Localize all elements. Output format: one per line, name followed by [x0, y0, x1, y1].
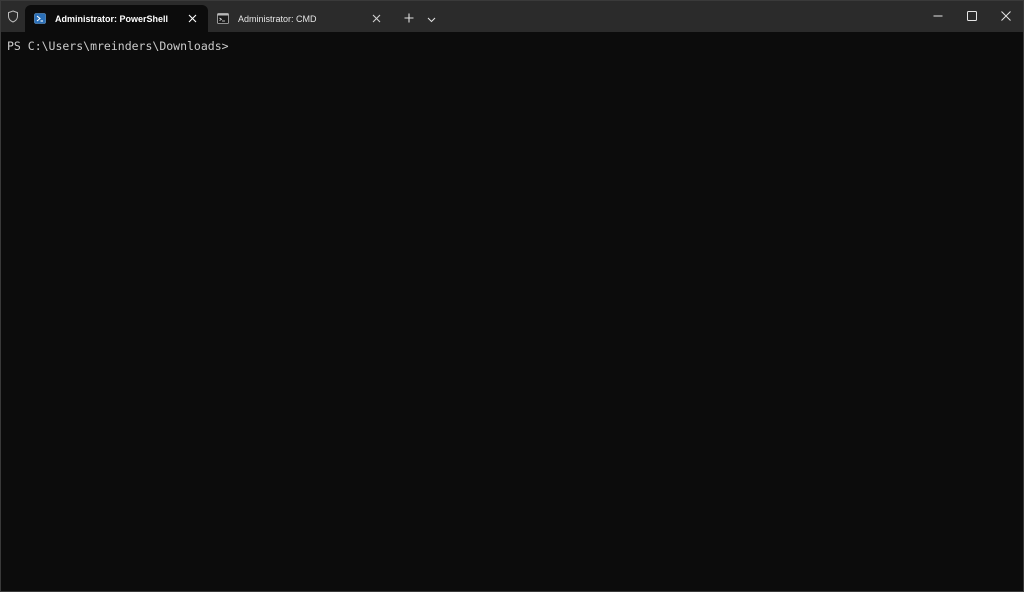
powershell-icon [34, 13, 46, 25]
close-tab-icon[interactable] [184, 11, 200, 27]
tab-dropdown-button[interactable] [420, 5, 442, 32]
caption-buttons [921, 1, 1023, 32]
maximize-button[interactable] [955, 1, 989, 32]
command-prompt: PS C:\Users\mreinders\Downloads> [7, 39, 229, 53]
terminal-pane[interactable]: PS C:\Users\mreinders\Downloads> [1, 32, 1023, 591]
terminal-window: Administrator: PowerShell Administrator:… [0, 0, 1024, 592]
maximize-icon [967, 8, 977, 26]
new-tab-button[interactable] [398, 5, 420, 32]
close-icon [1001, 8, 1011, 26]
plus-icon [404, 10, 414, 28]
close-tab-icon[interactable] [368, 11, 384, 27]
chevron-down-icon [427, 10, 436, 28]
tab-title: Administrator: PowerShell [55, 13, 169, 24]
close-window-button[interactable] [989, 1, 1023, 32]
cmd-icon [217, 13, 229, 25]
minimize-icon [933, 8, 943, 26]
tab-powershell[interactable]: Administrator: PowerShell [25, 5, 208, 32]
tab-title: Administrator: CMD [238, 13, 317, 24]
tab-cmd[interactable]: Administrator: CMD [208, 5, 392, 32]
shield-icon [1, 1, 25, 32]
minimize-button[interactable] [921, 1, 955, 32]
title-bar[interactable]: Administrator: PowerShell Administrator:… [1, 1, 1023, 32]
